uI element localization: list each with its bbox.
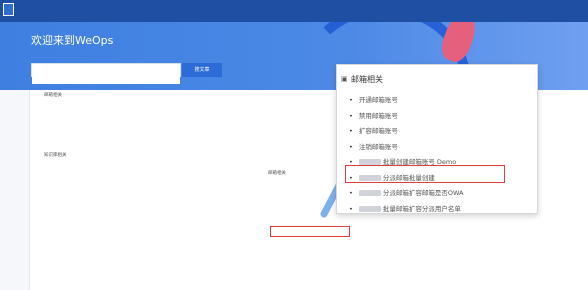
top-navigation-bar (0, 0, 588, 22)
section-title-mail: 邮箱相关 (44, 93, 62, 98)
redacted-block (358, 205, 381, 212)
popup-title: 邮箱相关 (351, 75, 383, 84)
search-button[interactable]: 搜文章 (182, 63, 222, 77)
highlight-box (345, 165, 505, 183)
search-input[interactable] (32, 72, 180, 84)
zoomed-popup-panel: ▣ 邮箱相关 开通邮箱账号 禁用邮箱账号 扩容邮箱账号 注销邮箱账号 批量创建邮… (336, 64, 538, 214)
redacted-block (358, 190, 381, 196)
search-box[interactable] (31, 63, 181, 84)
popup-link-4[interactable]: 注销邮箱账号 (349, 140, 463, 156)
popup-link-7[interactable]: 分派邮箱扩容邮箱是否OWA (349, 186, 463, 202)
popup-link-2[interactable]: 禁用邮箱账号 (349, 109, 463, 125)
popup-link-3[interactable]: 扩容邮箱账号 (349, 124, 463, 140)
section-title-mail-2: 邮箱相关 (268, 171, 286, 176)
popup-link-1[interactable]: 开通邮箱账号 (349, 93, 463, 109)
app-logo-icon[interactable] (3, 3, 14, 16)
popup-link-8[interactable]: 批量邮箱扩容分派用户名单 (349, 202, 463, 218)
highlight-box-small (270, 226, 350, 237)
section-title-kb: 知识库相关 (44, 153, 67, 158)
mail-section-icon: ▣ (341, 75, 348, 83)
sidebar (0, 90, 30, 290)
hero-title: 欢迎来到WeOps (31, 34, 114, 47)
popup-link-list: 开通邮箱账号 禁用邮箱账号 扩容邮箱账号 注销邮箱账号 批量创建邮箱账号 Dem… (349, 93, 463, 217)
